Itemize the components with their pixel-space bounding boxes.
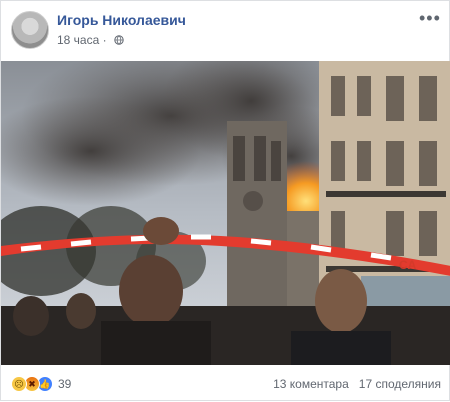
photo-scene: CA: [1, 61, 450, 365]
globe-icon: [114, 35, 124, 45]
post-timestamp-link[interactable]: 18 часа: [57, 33, 99, 47]
author-avatar[interactable]: [11, 11, 49, 49]
raised-hand: [143, 217, 179, 245]
post-footer: ☹ ✖ 👍 39 13 коментара 17 споделяния: [1, 365, 450, 402]
post-photo[interactable]: CA: [1, 61, 450, 365]
post-meta: 18 часа ·: [57, 33, 124, 47]
sad-reaction-icon: ☹: [11, 376, 27, 392]
engagement-stats: 13 коментара 17 споделяния: [273, 377, 441, 391]
author-name-link[interactable]: Игорь Николаевич: [57, 12, 186, 28]
shop-sign-text: CA: [399, 258, 417, 272]
shares-count-link[interactable]: 17 споделяния: [359, 377, 441, 391]
reaction-count[interactable]: 39: [58, 377, 71, 391]
reactions-summary[interactable]: ☹ ✖ 👍 39: [11, 376, 71, 392]
facebook-post: Игорь Николаевич 18 часа · ••• CA ☹ ✖ 👍 …: [0, 0, 450, 401]
comments-count-link[interactable]: 13 коментара: [273, 377, 349, 391]
more-options-icon[interactable]: •••: [419, 9, 440, 27]
post-header: Игорь Николаевич 18 часа · •••: [1, 1, 450, 59]
dot-separator: ·: [102, 33, 110, 47]
